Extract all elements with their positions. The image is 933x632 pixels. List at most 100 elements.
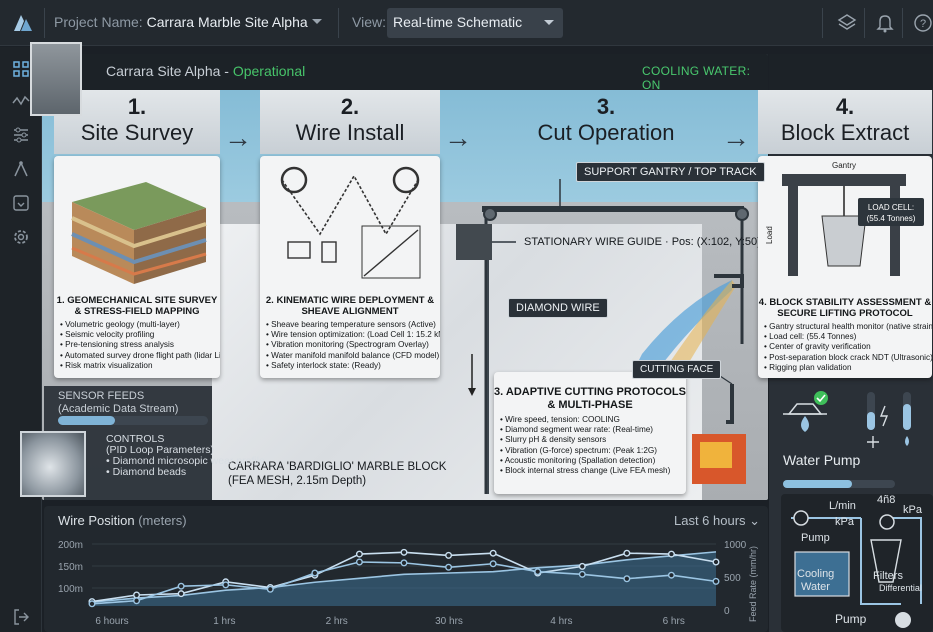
step-title: Wire Install xyxy=(295,120,405,145)
controls-list: Diamond microsopic wear profile Diamond … xyxy=(106,456,265,478)
chevron-down-icon[interactable] xyxy=(544,20,554,25)
help-icon[interactable]: ? xyxy=(912,12,933,34)
status-check-icon xyxy=(814,391,828,405)
list-item: Seismic velocity profiling xyxy=(60,330,220,340)
chevron-down-icon[interactable] xyxy=(312,19,322,24)
x-tick-label: 6 hrs xyxy=(663,616,685,627)
project-selector[interactable]: Project Name: Carrara Marble Site Alpha xyxy=(54,14,308,30)
arrow-right-icon: → xyxy=(224,122,252,153)
gantry-label[interactable]: SUPPORT GANTRY / TOP TRACK xyxy=(576,162,765,182)
gantry-word: Gantry xyxy=(832,161,856,170)
list-item: Rigging plan validation xyxy=(764,363,932,373)
settings-icon[interactable] xyxy=(11,227,31,247)
step-card-survey[interactable]: 1. GEOMECHANICAL SITE SURVEY & STRESS-FI… xyxy=(54,156,220,378)
data-point xyxy=(623,575,631,583)
wire-position-chart: Wire Position (meters) Last 6 hours ⌄ 20… xyxy=(44,506,768,632)
data-point xyxy=(623,549,631,557)
step-card-wire-install[interactable]: 2. KINEMATIC WIRE DEPLOYMENT & SHEAVE AL… xyxy=(260,156,440,378)
step-header-cut-operation[interactable]: 3. Cut Operation xyxy=(488,90,724,154)
activity-icon[interactable] xyxy=(11,91,31,111)
list-item: Gantry structural health monitor (native… xyxy=(764,322,932,332)
chart-title: Wire Position (meters) xyxy=(58,513,187,528)
chart-plot[interactable]: 200m 150m 100m 1000 500 0 Feed Rate (mm/hr) 6 h… xyxy=(44,530,768,630)
bell-icon[interactable] xyxy=(874,12,896,34)
card-list: Volumetric geology (multi-layer) Seismic… xyxy=(54,320,220,371)
gauge-icon xyxy=(879,514,895,530)
water-drop-icon xyxy=(905,436,909,446)
x-tick-label: 6 hours xyxy=(95,616,128,627)
project-name: Carrara Marble Site Alpha xyxy=(146,14,308,30)
app-logo-icon[interactable] xyxy=(10,9,36,35)
view-label: View: xyxy=(352,14,386,30)
svg-text:?: ? xyxy=(920,18,926,30)
sheave-right xyxy=(735,207,749,221)
time-range-select[interactable]: Last 6 hours ⌄ xyxy=(674,513,760,529)
card-list: Wire speed, tension: COOLING Diamond seg… xyxy=(494,415,686,476)
water-pump-label: Water Pump xyxy=(783,452,861,468)
sensor-title: SENSOR FEEDS xyxy=(58,390,145,402)
water-pump-level-bar[interactable] xyxy=(783,480,895,488)
data-point xyxy=(133,591,141,599)
y2-tick-label: 0 xyxy=(724,606,730,617)
flow-diagram-panel: L/min kPa 4ñ8 kPa Pump Cooling Water Fil… xyxy=(781,494,933,632)
lightning-icon xyxy=(879,405,889,427)
top-bar: Project Name: Carrara Marble Site Alpha … xyxy=(0,0,933,46)
data-point xyxy=(578,570,586,578)
water-pump-level-fill xyxy=(783,480,853,488)
cutting-face-label[interactable]: CUTTING FACE xyxy=(632,360,722,379)
project-label: Project Name: xyxy=(54,14,143,30)
right-header-bar xyxy=(769,54,933,90)
sensor-feeds-label: SENSOR FEEDS (Academic Data Stream) xyxy=(58,390,178,416)
cooling-label: Cooling xyxy=(797,568,835,580)
step-title: Block Extract xyxy=(780,120,910,145)
data-point xyxy=(445,551,453,559)
pressure-unit: kPa xyxy=(835,516,854,528)
chart-title-unit: (meters) xyxy=(138,513,187,528)
pump-housing-icon xyxy=(787,403,823,415)
thermal-hotspot xyxy=(700,442,732,468)
list-item: Diamond segment wear rate: (Real-time) xyxy=(500,425,686,435)
gantry-top-track xyxy=(482,206,744,212)
pump-icon xyxy=(793,510,809,526)
x-tick-label: 30 hrs xyxy=(435,616,463,627)
topbar-divider xyxy=(864,8,865,38)
step-header-wire-install[interactable]: 2. Wire Install xyxy=(260,90,440,154)
grid-icon[interactable] xyxy=(11,59,31,79)
wire-guide-label[interactable]: STATIONARY WIRE GUIDE · Pos: (X:102, Y:5… xyxy=(524,236,761,248)
list-item: Risk matrix visualization xyxy=(60,361,220,371)
data-point xyxy=(355,550,363,558)
export-icon[interactable] xyxy=(11,193,31,213)
diamond-bead-photo[interactable] xyxy=(20,431,86,497)
step-header-block-extract[interactable]: 4. Block Extract xyxy=(758,90,932,154)
arrow-right-icon: → xyxy=(444,122,472,153)
chevron-down-icon[interactable]: ⌄ xyxy=(749,513,760,528)
pump-label: Pump xyxy=(801,532,830,544)
list-item: Safety interlock state: (Ready) xyxy=(266,361,440,371)
list-item: Diamond beads xyxy=(106,467,265,478)
diamond-wire-label[interactable]: DIAMOND WIRE xyxy=(508,298,608,318)
view-value: Real-time Schematic xyxy=(393,14,523,30)
step-number: 4. xyxy=(835,94,855,119)
step-card-cut-operation[interactable]: 3. ADAPTIVE CUTTING PROTOCOLS & MULTI-PH… xyxy=(494,372,686,494)
logout-icon[interactable] xyxy=(12,608,30,626)
gantry-crane-illustration: Gantry Load LOAD CELL: (55.4 Tonnes) xyxy=(765,161,924,276)
card-title: 4. BLOCK STABILITY ASSESSMENT & SECURE L… xyxy=(758,297,932,319)
data-point xyxy=(266,585,274,593)
gauge-fill-2 xyxy=(903,404,911,430)
data-point xyxy=(578,562,586,570)
list-item: Sheave bearing temperature sensors (Acti… xyxy=(266,320,440,330)
network-icon[interactable] xyxy=(11,159,31,179)
view-select[interactable]: Real-time Schematic xyxy=(387,8,563,38)
site-photo-thumbnail[interactable] xyxy=(30,42,82,116)
step-card-block-extract[interactable]: Gantry Load LOAD CELL: (55.4 Tonnes) 4. … xyxy=(758,156,932,378)
x-tick-label: 2 hrs xyxy=(326,616,348,627)
data-point xyxy=(177,590,185,598)
layers-icon[interactable] xyxy=(836,12,858,34)
data-point xyxy=(311,569,319,577)
topbar-divider xyxy=(338,8,339,38)
arrow-right-icon: → xyxy=(722,122,750,153)
y-tick-label: 150m xyxy=(58,562,83,573)
sliders-icon[interactable] xyxy=(11,125,31,145)
sensor-level-bar[interactable] xyxy=(58,416,208,425)
y2-tick-label: 500 xyxy=(724,573,741,584)
